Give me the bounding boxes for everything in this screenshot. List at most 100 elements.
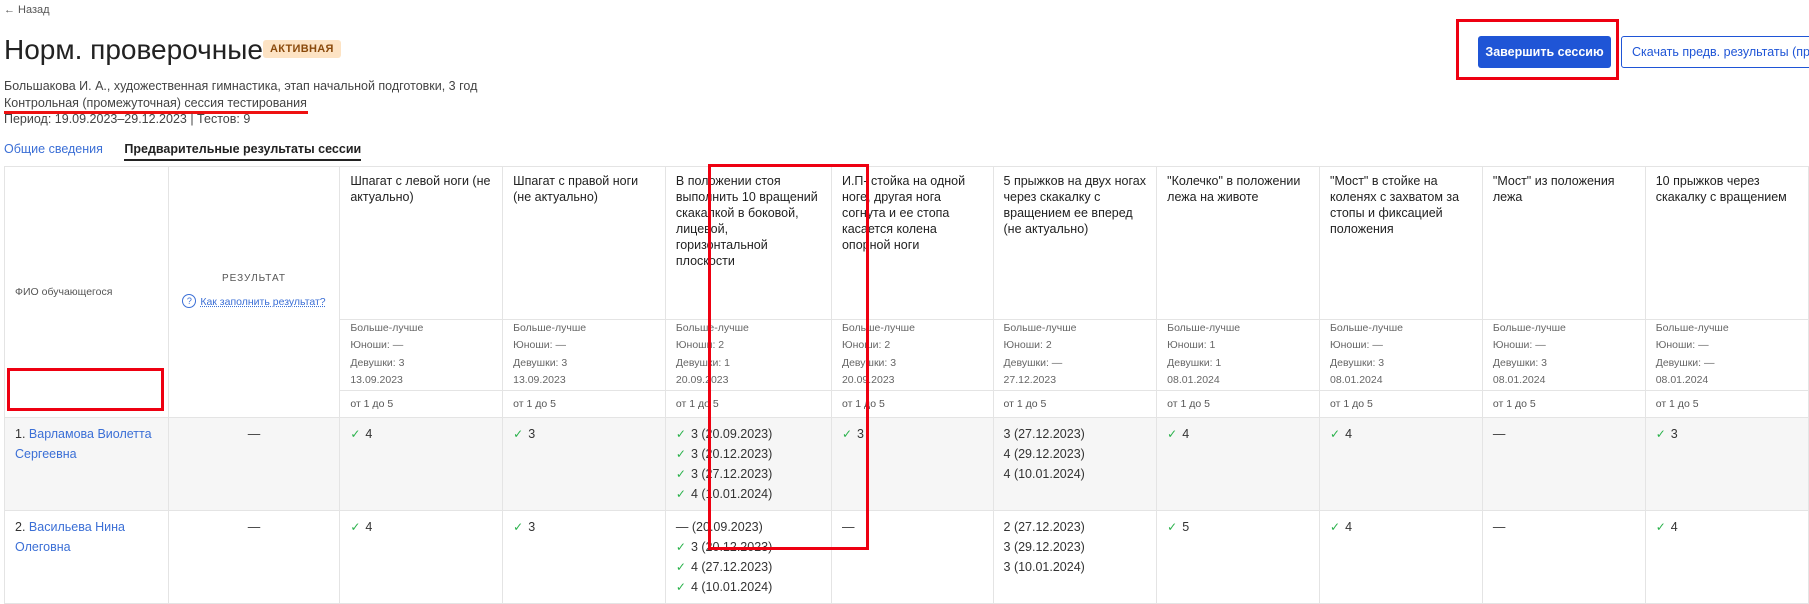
- score-value: — (20.09.2023): [675, 519, 763, 534]
- check-icon: ✓: [1655, 426, 1666, 441]
- score-entry: 3 (10.01.2024): [1004, 557, 1147, 577]
- finish-session-button[interactable]: Завершить сессию: [1478, 36, 1611, 68]
- score-entry: ✓ 4 (10.01.2024): [676, 577, 821, 597]
- test-name: В положении стоя выполнить 10 вращений с…: [675, 174, 818, 268]
- score-entry: —: [842, 517, 983, 537]
- score-value: 3: [528, 426, 536, 441]
- test-scale: от 1 до 5: [830, 389, 994, 418]
- score-cell[interactable]: ✓ 3: [1644, 416, 1809, 511]
- test-header: 5 прыжков на двух ногах через скакалку с…: [992, 166, 1158, 320]
- test-name: "Колечко" в положении лежа на животе: [1167, 174, 1301, 204]
- score-entry: ✓ 3: [513, 424, 655, 444]
- test-kind: Больше-лучше: [1330, 322, 1403, 334]
- student-row: 1. Варламова Виолетта Сергеевна — ✓ 4 ✓ 3 …: [4, 416, 1809, 511]
- score-cell[interactable]: ✓ 5: [1156, 509, 1321, 604]
- check-icon: ✓: [675, 466, 686, 481]
- test-date: 20.09.2023: [841, 374, 895, 387]
- score-entry: 3 (27.12.2023): [1004, 424, 1147, 444]
- back-link[interactable]: ← Назад: [4, 4, 50, 16]
- score-cell[interactable]: ✓ 4: [1319, 416, 1483, 511]
- tab-preliminary-results[interactable]: Предварительные результаты сессии: [124, 142, 362, 161]
- score-cell[interactable]: —: [1481, 416, 1646, 511]
- test-boys: Юноши: 1: [1167, 339, 1216, 352]
- score-entry: ✓ 3: [842, 424, 983, 444]
- score-value: 4: [365, 426, 373, 441]
- test-meta: Больше-лучше Юноши: — Девушки: 3 13.09.2023: [339, 319, 504, 391]
- test-scale: от 1 до 5: [1319, 389, 1483, 418]
- test-scale: от 1 до 5: [1156, 389, 1321, 418]
- check-icon: ✓: [513, 519, 524, 534]
- score-entry: 4 (10.01.2024): [1004, 464, 1147, 484]
- check-icon: ✓: [1167, 426, 1178, 441]
- student-name-link[interactable]: Варламова Виолетта Сергеевна: [15, 427, 152, 461]
- download-results-button[interactable]: Скачать предв. результаты (пр: [1621, 36, 1809, 68]
- test-date: 08.01.2024: [1492, 374, 1546, 387]
- score-cell[interactable]: ✓ 4: [339, 509, 504, 604]
- score-cell[interactable]: —: [830, 509, 994, 604]
- test-boys: Юноши: —: [1330, 339, 1383, 352]
- score-value: 3 (20.12.2023): [690, 446, 773, 461]
- test-date: 20.09.2023: [675, 374, 729, 387]
- check-icon: ✓: [1330, 519, 1341, 534]
- tab-general[interactable]: Общие сведения: [4, 142, 103, 156]
- result-cell[interactable]: —: [167, 509, 341, 604]
- test-meta: Больше-лучше Юноши: 2 Девушки: 3 20.09.2023: [830, 319, 994, 391]
- test-name: Шпагат с правой ноги (не актуально): [513, 174, 639, 204]
- score-value: —: [1492, 519, 1506, 534]
- score-value: 3 (27.12.2023): [1003, 426, 1085, 441]
- result-cell[interactable]: —: [167, 416, 341, 511]
- test-kind: Больше-лучше: [1003, 322, 1077, 334]
- test-meta: Больше-лучше Юноши: 1 Девушки: 1 08.01.2024: [1156, 319, 1321, 391]
- header-row: ФИО обучающегося РЕЗУЛЬТАТ ? Как заполнит…: [4, 166, 1809, 418]
- test-girls: Девушки: 1: [675, 356, 731, 369]
- score-entry: 2 (27.12.2023): [1004, 517, 1147, 537]
- score-value: 4: [1345, 426, 1353, 441]
- score-entry: ✓ 3 (20.09.2023): [676, 424, 821, 444]
- score-cell[interactable]: ✓ 3: [830, 416, 994, 511]
- score-entry: —: [1493, 517, 1635, 537]
- session-period: Период: 19.09.2023–29.12.2023 | Тестов: …: [4, 112, 251, 126]
- score-cell[interactable]: 2 (27.12.2023) 3 (29.12.2023) 3 (10.01.202…: [992, 509, 1158, 604]
- test-scale: от 1 до 5: [1644, 389, 1809, 418]
- score-cell[interactable]: — (20.09.2023) ✓ 3 (20.12.2023) ✓ 4 (27.12.2…: [664, 509, 832, 604]
- student-number: 1.: [15, 426, 26, 441]
- test-header: Шпагат с правой ноги (не актуально): [502, 166, 666, 320]
- test-boys: Юноши: 2: [841, 339, 891, 352]
- score-entry: ✓ 4: [1330, 424, 1472, 444]
- score-value: —: [841, 519, 855, 534]
- score-entry: 3 (29.12.2023): [1004, 537, 1147, 557]
- test-scale: от 1 до 5: [992, 389, 1158, 418]
- test-header: 10 прыжков через скакалку с вращением: [1644, 166, 1809, 320]
- score-value: 4 (29.12.2023): [1003, 446, 1085, 461]
- help-link[interactable]: ? Как заполнить результат?: [182, 292, 326, 309]
- score-cell[interactable]: —: [1481, 509, 1646, 604]
- test-kind: Больше-лучше: [350, 322, 424, 334]
- score-entry: ✓ 3: [513, 517, 655, 537]
- test-name: 5 прыжков на двух ногах через скакалку с…: [1003, 174, 1146, 236]
- score-cell[interactable]: ✓ 3: [502, 416, 666, 511]
- score-entry: 4 (29.12.2023): [1004, 444, 1147, 464]
- session-type: Контрольная (промежуточная) сессия тести…: [4, 96, 307, 110]
- page-title: Норм. проверочные: [4, 34, 263, 65]
- test-scale: от 1 до 5: [664, 389, 832, 418]
- check-icon: ✓: [675, 486, 686, 501]
- session-info: Большакова И. А., художественная гимнаст…: [4, 79, 478, 93]
- fio-header: ФИО обучающегося: [4, 166, 169, 418]
- score-cell[interactable]: ✓ 4: [1644, 509, 1809, 604]
- test-meta: Больше-лучше Юноши: 2 Девушки: 1 20.09.2023: [664, 319, 832, 391]
- score-value: 3 (10.01.2024): [1003, 559, 1085, 574]
- score-value: 2 (27.12.2023): [1003, 519, 1085, 534]
- test-kind: Больше-лучше: [1655, 322, 1729, 334]
- score-cell[interactable]: ✓ 4: [1156, 416, 1321, 511]
- score-value: —: [1492, 426, 1506, 441]
- score-value: 3 (29.12.2023): [1003, 539, 1085, 554]
- score-cell[interactable]: 3 (27.12.2023) 4 (29.12.2023) 4 (10.01.202…: [992, 416, 1158, 511]
- test-name: "Мост" в стойке на коленях с захватом за…: [1330, 174, 1460, 236]
- score-cell[interactable]: ✓ 3 (20.09.2023) ✓ 3 (20.12.2023) ✓ 3 (27.12.…: [664, 416, 832, 511]
- score-value: 4: [1182, 426, 1190, 441]
- score-entry: ✓ 3: [1656, 424, 1798, 444]
- score-cell[interactable]: ✓ 4: [1319, 509, 1483, 604]
- score-cell[interactable]: ✓ 3: [502, 509, 666, 604]
- student-name-link[interactable]: Васильева Нина Олеговна: [15, 520, 125, 554]
- score-cell[interactable]: ✓ 4: [339, 416, 504, 511]
